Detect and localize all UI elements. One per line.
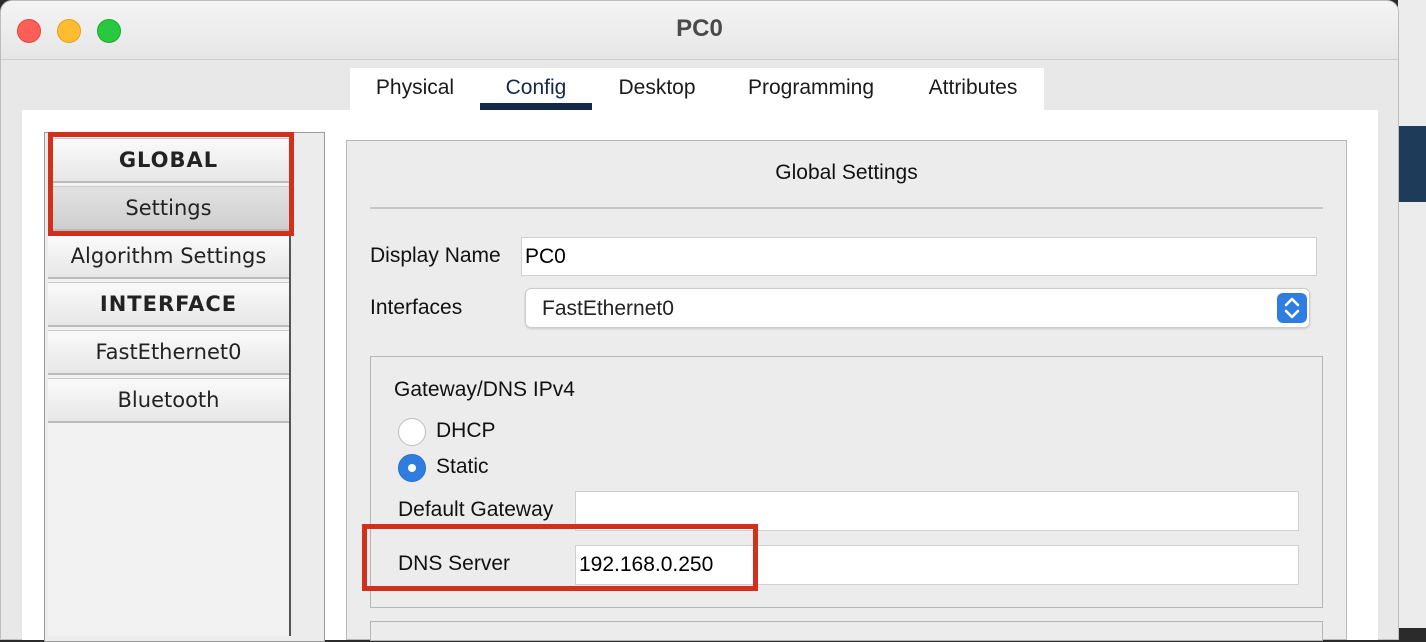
default-gateway-input[interactable]: [575, 491, 1299, 531]
sidebar-item-algorithm-settings[interactable]: Algorithm Settings: [48, 234, 289, 279]
dhcp-label[interactable]: DHCP: [436, 419, 496, 443]
interfaces-select-value: FastEthernet0: [542, 297, 674, 320]
tab-attributes[interactable]: Attributes: [914, 68, 1032, 110]
dhcp-radio[interactable]: [398, 418, 426, 446]
next-section-edge: [370, 621, 1323, 641]
dns-server-input[interactable]: [575, 545, 1299, 585]
interfaces-select[interactable]: FastEthernet0: [525, 288, 1310, 328]
sidebar-item-fastethernet0[interactable]: FastEthernet0: [48, 330, 289, 375]
chevron-up-down-icon: [1277, 293, 1307, 323]
tab-desktop[interactable]: Desktop: [602, 68, 712, 110]
display-name-label: Display Name: [370, 244, 501, 267]
panel-title: Global Settings: [775, 161, 918, 184]
gateway-section-title: Gateway/DNS IPv4: [394, 378, 575, 401]
tab-config[interactable]: Config: [480, 68, 592, 110]
window-title: PC0: [676, 15, 723, 42]
sidebar-header-global: GLOBAL: [48, 138, 289, 183]
tab-bar: Physical Config Desktop Programming Attr…: [350, 68, 1044, 110]
default-gateway-label: Default Gateway: [398, 498, 554, 521]
interfaces-label: Interfaces: [370, 296, 463, 319]
tab-physical[interactable]: Physical: [360, 68, 470, 110]
background-window-edge: [1398, 0, 1426, 628]
sidebar-item-bluetooth[interactable]: Bluetooth: [48, 378, 289, 423]
title-bar: PC0: [1, 1, 1398, 60]
sidebar-item-settings[interactable]: Settings: [48, 186, 289, 231]
static-label[interactable]: Static: [436, 455, 489, 479]
sidebar-header-interface: INTERFACE: [48, 282, 289, 327]
panel-divider: [370, 207, 1323, 209]
background-window-fragment: [1398, 126, 1426, 202]
display-name-input[interactable]: [521, 237, 1317, 276]
dns-server-label: DNS Server: [398, 552, 511, 575]
static-radio[interactable]: [398, 454, 426, 482]
tab-programming[interactable]: Programming: [734, 68, 888, 110]
